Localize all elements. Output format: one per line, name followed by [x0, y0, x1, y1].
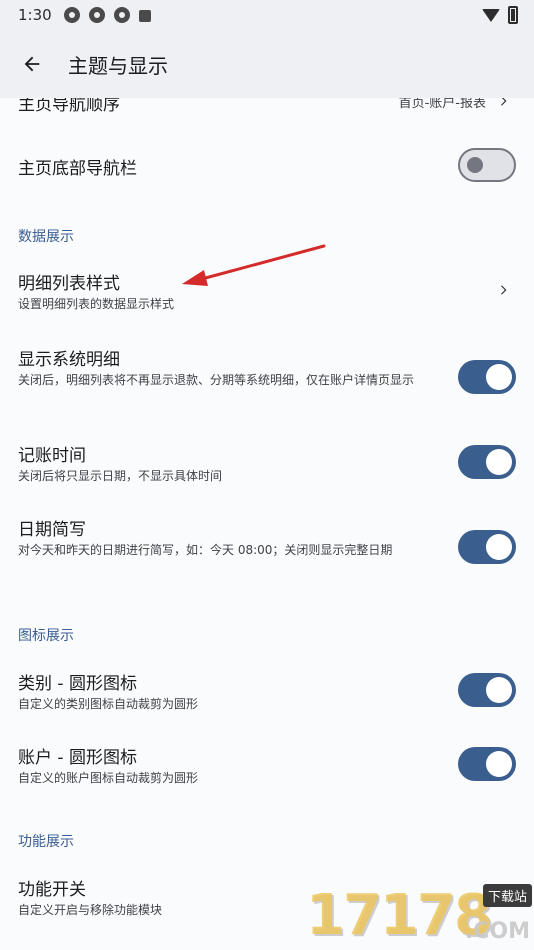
setting-account-round-icon[interactable]: 账户 - 圆形图标 自定义的账户图标自动裁剪为圆形 [0, 740, 534, 790]
chevron-right-icon [501, 285, 507, 295]
wifi-icon [482, 8, 500, 22]
setting-show-system-detail[interactable]: 显示系统明细 关闭后，明细列表将不再显示退款、分期等系统明细，仅在账户详情页显示 [0, 342, 534, 414]
setting-label: 明细列表样式 [18, 274, 120, 294]
setting-label: 账户 - 圆形图标 [18, 748, 137, 768]
status-time: 1:30 [18, 6, 52, 24]
watermark-tag: 下载站 [482, 884, 532, 907]
setting-label: 主页底部导航栏 [18, 159, 137, 179]
setting-value: 首页-账户-报表 [398, 98, 486, 111]
setting-description: 关闭后将只显示日期，不显示具体时间 [18, 469, 223, 483]
battery-icon [508, 6, 518, 24]
setting-label: 类别 - 圆形图标 [18, 674, 137, 694]
setting-category-round-icon[interactable]: 类别 - 圆形图标 自定义的类别图标自动裁剪为圆形 [0, 666, 534, 716]
notification-a-icon [138, 9, 151, 22]
chevron-right-icon [501, 98, 507, 106]
toggle-knob [486, 364, 512, 390]
section-header: 图标展示 [18, 628, 74, 644]
toggle-knob [486, 449, 512, 475]
section-header: 数据展示 [18, 229, 74, 245]
toggle-switch[interactable] [458, 530, 516, 564]
setting-label: 日期简写 [18, 520, 86, 540]
setting-date-short[interactable]: 日期简写 对今天和昨天的日期进行简写，如：今天 08:00；关闭则显示完整日期 [0, 512, 534, 584]
watermark-number: 17178 [306, 883, 493, 948]
setting-description: 自定义的账户图标自动裁剪为圆形 [18, 771, 199, 785]
setting-description: 自定义的类别图标自动裁剪为圆形 [18, 697, 199, 711]
section-header: 功能展示 [18, 834, 74, 850]
toggle-knob [486, 677, 512, 703]
setting-description: 设置明细列表的数据显示样式 [18, 297, 175, 311]
toggle-knob [467, 157, 483, 173]
setting-label: 显示系统明细 [18, 350, 120, 370]
setting-record-time[interactable]: 记账时间 关闭后将只显示日期，不显示具体时间 [0, 438, 534, 488]
watermark-suffix: .COM [464, 919, 530, 944]
watermark-logo: 17178 下载站 .COM [306, 883, 532, 948]
toggle-knob [486, 751, 512, 777]
toggle-switch[interactable] [458, 673, 516, 707]
notification-gear-icon [63, 7, 80, 23]
setting-home-nav-order[interactable]: 主页导航顺序 首页-账户-报表 [0, 98, 534, 126]
annotation-arrow [182, 244, 326, 286]
status-bar: 1:30 [0, 0, 534, 30]
app-bar: 主题与显示 [0, 30, 534, 98]
toggle-knob [486, 534, 512, 560]
toggle-switch[interactable] [458, 445, 516, 479]
settings-list: 主页导航顺序 首页-账户-报表 主页底部导航栏 数据展示 明细列表样式 设置明细… [0, 98, 534, 950]
back-arrow-icon[interactable] [2, 34, 62, 94]
notification-gear-icon [88, 7, 105, 23]
setting-description: 关闭后，明细列表将不再显示退款、分期等系统明细，仅在账户详情页显示 [18, 373, 415, 387]
page-title: 主题与显示 [68, 53, 168, 78]
toggle-switch[interactable] [458, 148, 516, 182]
setting-label: 记账时间 [18, 446, 86, 466]
toggle-switch[interactable] [458, 360, 516, 394]
setting-label: 主页导航顺序 [18, 98, 120, 115]
setting-home-bottom-nav[interactable]: 主页底部导航栏 [0, 140, 534, 188]
notification-gear-icon [113, 7, 130, 23]
toggle-switch[interactable] [458, 747, 516, 781]
setting-label: 功能开关 [18, 880, 86, 900]
setting-description: 对今天和昨天的日期进行简写，如：今天 08:00；关闭则显示完整日期 [18, 543, 393, 557]
